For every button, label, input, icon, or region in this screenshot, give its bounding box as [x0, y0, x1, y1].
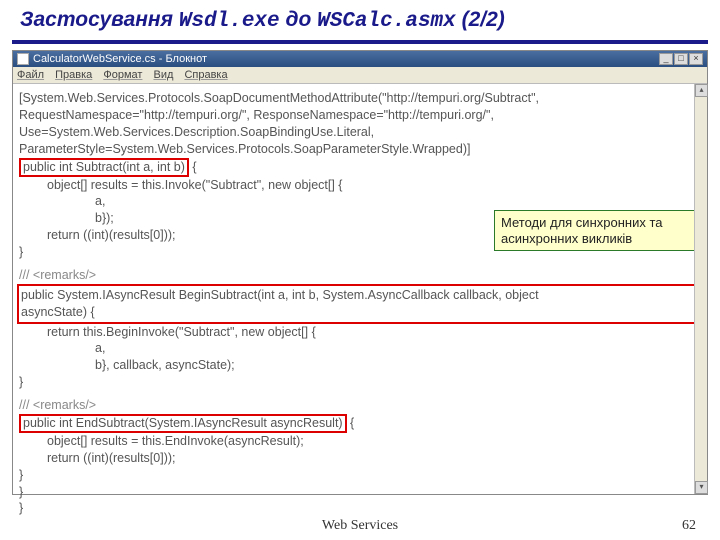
code-line: public int EndSubtract(System.IAsyncResu…: [19, 414, 701, 433]
scroll-down-icon[interactable]: ▾: [695, 481, 708, 494]
code-line: }: [19, 374, 701, 391]
editor-area[interactable]: [System.Web.Services.Protocols.SoapDocum…: [13, 84, 707, 494]
code-line: ParameterStyle=System.Web.Services.Proto…: [19, 141, 701, 158]
menu-bar: Файл Правка Формат Вид Справка: [13, 67, 707, 84]
minimize-button[interactable]: _: [659, 53, 673, 65]
code-line: object[] results = this.EndInvoke(asyncR…: [19, 433, 701, 450]
code-line: a,: [19, 340, 701, 357]
highlight-begin-method: public System.IAsyncResult BeginSubtract…: [17, 284, 697, 324]
close-button[interactable]: ×: [689, 53, 703, 65]
maximize-button[interactable]: □: [674, 53, 688, 65]
code-line: /// <remarks/>: [19, 267, 701, 284]
code-line: [System.Web.Services.Protocols.SoapDocum…: [19, 90, 701, 107]
footer-label: Web Services: [322, 518, 398, 534]
slide-title: Застосування Wsdl.exe до WSCalc.asmx (2/…: [0, 0, 720, 39]
scroll-track[interactable]: [695, 97, 707, 481]
vertical-scrollbar[interactable]: ▴ ▾: [694, 84, 707, 494]
window-caption: CalculatorWebService.cs - Блокнот: [33, 53, 207, 65]
code-line: RequestNamespace="http://tempuri.org/", …: [19, 107, 701, 124]
callout-box: Методи для синхронних та асинхронних вик…: [494, 210, 699, 251]
menu-help[interactable]: Справка: [184, 69, 227, 81]
scroll-up-icon[interactable]: ▴: [695, 84, 708, 97]
highlight-end-method: public int EndSubtract(System.IAsyncResu…: [19, 414, 347, 433]
code-line: return ((int)(results[0]));: [19, 450, 701, 467]
window-titlebar: CalculatorWebService.cs - Блокнот _ □ ×: [13, 51, 707, 67]
code-line: a,: [19, 193, 701, 210]
code-line: Use=System.Web.Services.Description.Soap…: [19, 124, 701, 141]
code-line: public int Subtract(int a, int b) {: [19, 158, 701, 177]
menu-format[interactable]: Формат: [103, 69, 142, 81]
code-line: b}, callback, asyncState);: [19, 357, 701, 374]
title-divider: [12, 40, 708, 44]
menu-edit[interactable]: Правка: [55, 69, 92, 81]
code-line: public System.IAsyncResult BeginSubtract…: [21, 287, 693, 304]
menu-view[interactable]: Вид: [153, 69, 173, 81]
code-line: object[] results = this.Invoke("Subtract…: [19, 177, 701, 194]
menu-file[interactable]: Файл: [17, 69, 44, 81]
page-number: 62: [682, 518, 696, 534]
code-line: return this.BeginInvoke("Subtract", new …: [19, 324, 701, 341]
code-line: }: [19, 467, 701, 484]
code-line: }: [19, 484, 701, 501]
window-buttons: _ □ ×: [659, 53, 703, 65]
code-line: }: [19, 500, 701, 517]
code-line: asyncState) {: [21, 304, 693, 321]
app-icon: [17, 53, 29, 65]
notepad-window: CalculatorWebService.cs - Блокнот _ □ × …: [12, 50, 708, 495]
code-line: /// <remarks/>: [19, 397, 701, 414]
highlight-sync-method: public int Subtract(int a, int b): [19, 158, 189, 177]
